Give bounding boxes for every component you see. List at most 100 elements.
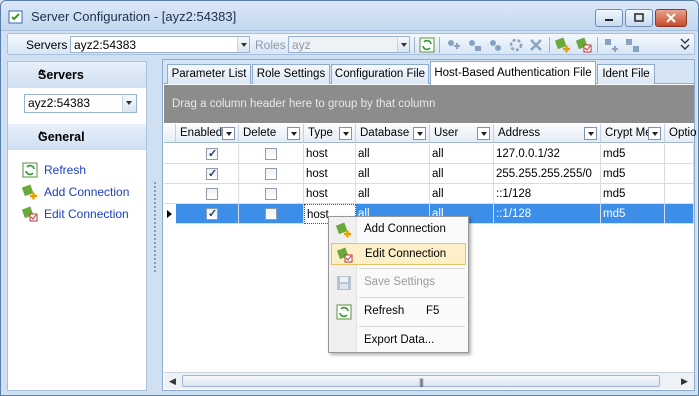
header-user[interactable]: User	[430, 124, 494, 143]
filter-dropdown-icon[interactable]	[648, 127, 661, 140]
delete-checkbox[interactable]	[265, 148, 277, 160]
menu-item-add-connection[interactable]: Add Connection	[331, 219, 466, 241]
edit-connection-icon[interactable]	[576, 37, 592, 53]
tab-configuration-file[interactable]: Configuration File	[331, 64, 429, 84]
collapse-icon[interactable]: ˄	[38, 129, 134, 141]
scroll-left-icon[interactable]: ◀	[169, 376, 176, 387]
tab-parameter-list[interactable]: Parameter List	[167, 64, 251, 84]
server-select[interactable]: ayz2:54383	[24, 94, 137, 113]
add-connection-icon[interactable]	[555, 37, 571, 53]
cell-database[interactable]: all	[356, 164, 430, 184]
filter-dropdown-icon[interactable]	[339, 127, 352, 140]
filter-dropdown-icon[interactable]	[584, 127, 597, 140]
cell-type[interactable]: host	[304, 164, 356, 184]
delete-checkbox[interactable]	[265, 208, 277, 220]
add-item-icon[interactable]	[445, 37, 461, 53]
cell-user[interactable]: all	[430, 184, 494, 204]
cell-options[interactable]	[665, 184, 694, 204]
cell-delete[interactable]	[239, 164, 304, 184]
group-edit-icon[interactable]	[624, 37, 640, 53]
close-button[interactable]	[655, 9, 687, 27]
cell-database[interactable]: all	[356, 184, 430, 204]
enabled-checkbox[interactable]	[206, 207, 218, 220]
header-address[interactable]: Address	[494, 124, 601, 143]
cell-type[interactable]: host	[304, 184, 356, 204]
table-row[interactable]: host all all 255.255.255.255/0 md5	[164, 164, 694, 184]
cell-method[interactable]: md5	[601, 144, 665, 164]
servers-section-header[interactable]: Servers ˄	[8, 62, 146, 88]
menu-item-edit-connection[interactable]: Edit Connection	[331, 243, 466, 265]
roles-label: Roles	[255, 38, 286, 52]
scroll-right-icon[interactable]: ▶	[681, 376, 688, 387]
filter-dropdown-icon[interactable]	[477, 127, 490, 140]
header-type[interactable]: Type	[304, 124, 356, 143]
collapse-icon[interactable]: ˄	[38, 67, 134, 79]
scrollbar-thumb[interactable]: |||	[182, 375, 660, 387]
refresh-icon[interactable]	[419, 37, 435, 53]
servers-combo[interactable]: ayz2:54383	[70, 36, 250, 53]
settings-item-icon[interactable]	[508, 37, 524, 53]
toolbar-overflow-icon[interactable]	[679, 37, 691, 53]
cell-delete[interactable]	[239, 204, 304, 224]
group-add-icon[interactable]	[603, 37, 619, 53]
copy-item-icon[interactable]	[487, 37, 503, 53]
group-by-panel[interactable]: Drag a column header here to group by th…	[164, 85, 694, 123]
menu-item-refresh[interactable]: Refresh F5	[331, 301, 466, 323]
splitter-handle[interactable]	[153, 181, 157, 273]
minimize-button[interactable]	[595, 9, 623, 27]
header-delete[interactable]: Delete	[239, 124, 304, 143]
maximize-button[interactable]	[625, 9, 653, 27]
edit-connection-link[interactable]: Edit Connection	[22, 205, 142, 223]
header-options[interactable]: Optio	[665, 124, 697, 143]
menu-item-export-data[interactable]: Export Data...	[331, 330, 466, 352]
general-section-header[interactable]: General ˄	[8, 124, 146, 150]
tab-host-based-authentication-file[interactable]: Host-Based Authentication File	[430, 61, 596, 85]
cell-database[interactable]: all	[356, 144, 430, 164]
filter-dropdown-icon[interactable]	[287, 127, 300, 140]
cell-enabled[interactable]	[176, 144, 239, 164]
menu-item-save-settings[interactable]: Save Settings	[331, 272, 466, 294]
cell-delete[interactable]	[239, 144, 304, 164]
refresh-link[interactable]: Refresh	[22, 161, 132, 179]
filter-dropdown-icon[interactable]	[222, 127, 235, 140]
cell-options[interactable]	[665, 204, 694, 224]
roles-combo[interactable]: ayz	[288, 36, 410, 53]
chevron-down-icon[interactable]	[237, 37, 249, 52]
cell-delete[interactable]	[239, 184, 304, 204]
cell-options[interactable]	[665, 144, 694, 164]
header-database[interactable]: Database	[356, 124, 430, 143]
table-row[interactable]: host all all 127.0.0.1/32 md5	[164, 144, 694, 164]
delete-checkbox[interactable]	[265, 168, 277, 180]
delete-icon[interactable]	[528, 37, 544, 53]
delete-checkbox[interactable]	[265, 188, 277, 200]
cell-enabled[interactable]	[176, 164, 239, 184]
cell-method[interactable]: md5	[601, 204, 665, 224]
enabled-checkbox[interactable]	[206, 147, 218, 160]
cell-address[interactable]: 127.0.0.1/32	[494, 144, 601, 164]
filter-dropdown-icon[interactable]	[413, 127, 426, 140]
menu-separator	[359, 326, 465, 327]
cell-address[interactable]: ::1/128	[494, 184, 601, 204]
cell-address[interactable]: 255.255.255.255/0	[494, 164, 601, 184]
cell-enabled[interactable]	[176, 184, 239, 204]
cell-user[interactable]: all	[430, 164, 494, 184]
edit-item-icon[interactable]	[466, 37, 482, 53]
enabled-checkbox[interactable]	[206, 167, 218, 180]
cell-enabled[interactable]	[176, 204, 239, 224]
cell-address[interactable]: ::1/128	[494, 204, 601, 224]
horizontal-scrollbar[interactable]: ◀ ||| ▶	[164, 372, 694, 389]
cell-type[interactable]: host	[304, 144, 356, 164]
table-row[interactable]: host all all::1/128 md5	[164, 184, 694, 204]
chevron-down-icon[interactable]	[122, 95, 136, 112]
header-crypt-method[interactable]: Crypt Me	[601, 124, 665, 143]
add-connection-link[interactable]: Add Connection	[22, 183, 142, 201]
chevron-down-icon[interactable]	[397, 37, 409, 52]
tab-role-settings[interactable]: Role Settings	[252, 64, 330, 84]
enabled-checkbox[interactable]	[206, 188, 218, 200]
header-enabled[interactable]: Enabled	[176, 124, 239, 143]
cell-user[interactable]: all	[430, 144, 494, 164]
cell-options[interactable]	[665, 164, 694, 184]
cell-method[interactable]: md5	[601, 164, 665, 184]
tab-ident-file[interactable]: Ident File	[597, 64, 655, 84]
cell-method[interactable]: md5	[601, 184, 665, 204]
